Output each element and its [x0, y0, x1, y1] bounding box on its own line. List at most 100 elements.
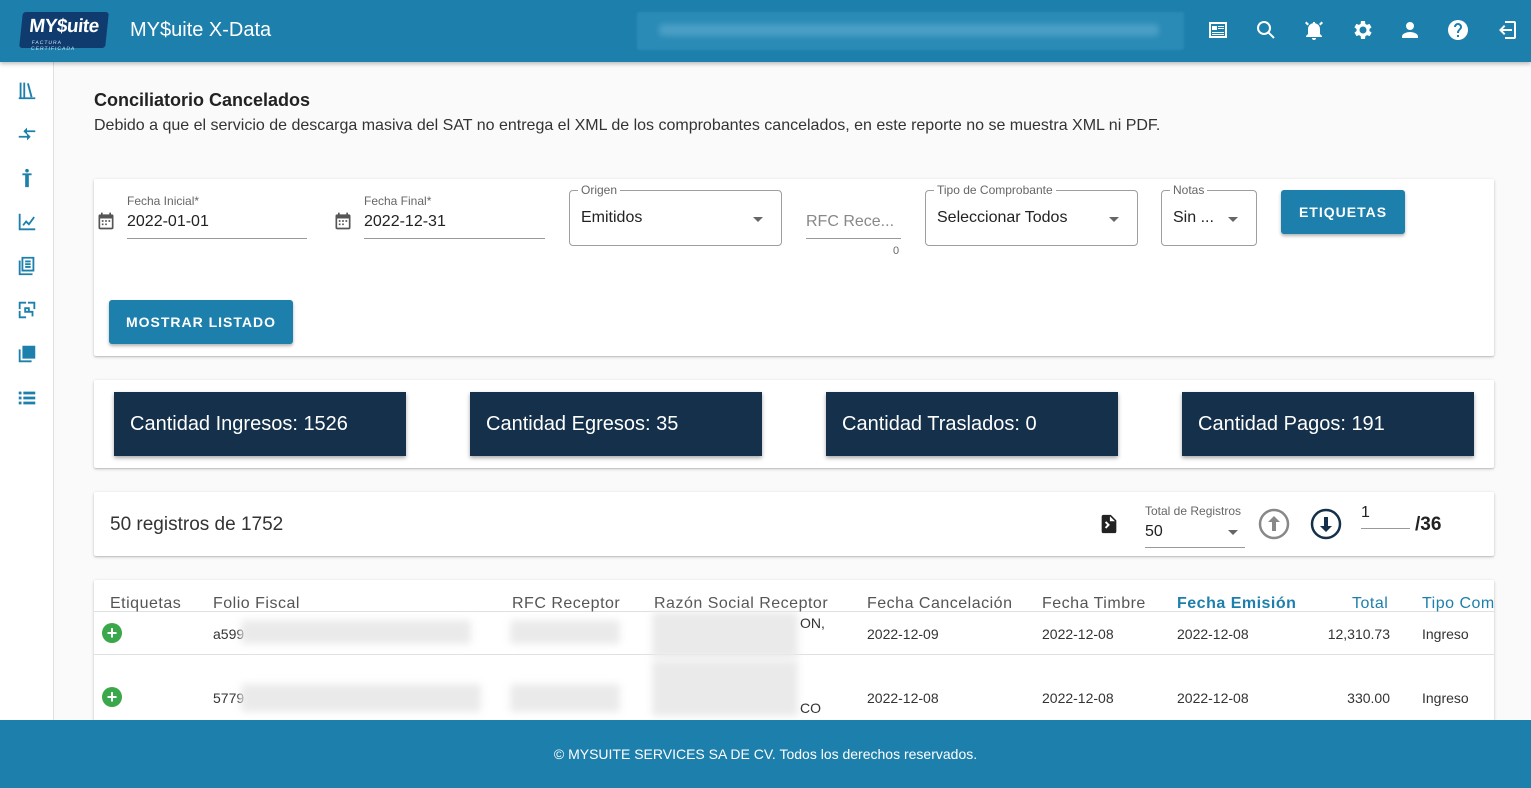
redacted-razon-social	[652, 660, 798, 716]
fecha-inicial-input[interactable]: 2022-01-01	[127, 213, 209, 231]
col-folio-fiscal[interactable]: Folio Fiscal	[213, 595, 300, 613]
stat-pagos: Cantidad Pagos: 191	[1182, 392, 1474, 456]
sidebar	[0, 62, 54, 720]
help-icon[interactable]	[1445, 17, 1471, 43]
rfc-counter: 0	[893, 245, 900, 257]
chevron-down-icon	[1109, 217, 1119, 222]
logo-text: MY$uite	[28, 16, 100, 37]
compare-arrows-icon[interactable]	[14, 121, 40, 147]
total-registros-underline	[1145, 547, 1245, 548]
cell-total: 12,310.73	[1327, 626, 1390, 642]
origen-select[interactable]: Origen Emitidos	[569, 183, 782, 246]
stat-egresos: Cantidad Egresos: 35	[470, 392, 762, 456]
cell-tipo: Ingreso	[1422, 690, 1469, 706]
fecha-final-input[interactable]: 2022-12-31	[364, 213, 446, 231]
redacted-company-info	[637, 12, 1184, 50]
add-tag-icon[interactable]: +	[102, 623, 122, 643]
line-chart-icon[interactable]	[14, 209, 40, 235]
col-tipo-comprobante[interactable]: Tipo Com	[1422, 595, 1494, 613]
page-title: Conciliatorio Cancelados	[94, 90, 311, 110]
total-registros-label: Total de Registros	[1145, 504, 1242, 518]
chevron-down-icon[interactable]	[1228, 530, 1238, 535]
redacted-rfc	[510, 620, 620, 644]
chevron-down-icon	[1228, 217, 1238, 222]
page-description: Debido a que el servicio de descarga mas…	[94, 117, 1161, 134]
arrow-up-circle-icon[interactable]	[1258, 508, 1290, 540]
cell-fecha-emision: 2022-12-08	[1177, 690, 1249, 706]
etiquetas-button[interactable]: ETIQUETAS	[1281, 190, 1405, 234]
origen-value: Emitidos	[581, 209, 643, 226]
col-fecha-cancelacion[interactable]: Fecha Cancelación	[867, 595, 1012, 613]
logout-icon[interactable]	[1493, 17, 1519, 43]
col-etiquetas[interactable]: Etiquetas	[110, 595, 181, 613]
cell-razon-tail: CO	[800, 700, 821, 716]
filters-card: Fecha Inicial* 2022-01-01 Fecha Final* 2…	[94, 179, 1494, 356]
footer-copyright: © MYSUITE SERVICES SA DE CV. Todos los d…	[553, 746, 978, 762]
col-razon-social[interactable]: Razón Social Receptor	[654, 595, 828, 613]
cell-razon-tail: ON,	[800, 615, 825, 631]
notas-value: Sin ...	[1173, 209, 1214, 226]
fecha-inicial-label: Fecha Inicial*	[127, 194, 200, 208]
news-icon[interactable]	[1205, 17, 1231, 43]
app-logo[interactable]: MY$uite FACTURA CERTIFICADA	[19, 12, 109, 52]
footer: © MYSUITE SERVICES SA DE CV. Todos los d…	[0, 720, 1531, 788]
cell-total: 330.00	[1347, 690, 1390, 706]
search-icon[interactable]	[1253, 17, 1279, 43]
fecha-final-underline	[364, 238, 545, 239]
tipo-comprobante-value: Seleccionar Todos	[937, 209, 1068, 226]
redacted-folio	[241, 620, 471, 644]
redacted-folio	[241, 684, 481, 712]
col-fecha-emision[interactable]: Fecha Emisión	[1177, 595, 1296, 613]
list-icon[interactable]	[14, 385, 40, 411]
rfc-underline	[806, 238, 901, 239]
find-replace-icon[interactable]	[14, 297, 40, 323]
cell-tipo: Ingreso	[1422, 626, 1469, 642]
notas-select[interactable]: Notas Sin ...	[1161, 183, 1257, 246]
col-rfc-receptor[interactable]: RFC Receptor	[512, 595, 620, 613]
stat-ingresos: Cantidad Ingresos: 1526	[114, 392, 406, 456]
cell-folio: 5779	[213, 690, 245, 706]
document-list-icon[interactable]	[14, 253, 40, 279]
notas-label: Notas	[1170, 183, 1208, 197]
total-registros-value[interactable]: 50	[1145, 523, 1163, 541]
add-tag-icon[interactable]: +	[102, 687, 122, 707]
accessibility-icon[interactable]	[14, 165, 40, 191]
cell-fecha-cancelacion: 2022-12-08	[867, 690, 939, 706]
calendar-icon[interactable]	[333, 211, 353, 231]
cell-fecha-timbre: 2022-12-08	[1042, 690, 1114, 706]
col-total[interactable]: Total	[1352, 595, 1388, 613]
calendar-icon[interactable]	[96, 211, 116, 231]
origen-label: Origen	[578, 183, 621, 197]
page-number-underline	[1361, 528, 1410, 529]
user-icon[interactable]	[1397, 17, 1423, 43]
page-total: /36	[1415, 514, 1442, 535]
mostrar-listado-button[interactable]: MOSTRAR LISTADO	[109, 300, 293, 344]
rfc-receptor-input[interactable]: RFC Rece...	[806, 213, 894, 231]
pagination-card: 50 registros de 1752 Total de Registros …	[94, 492, 1494, 556]
top-app-bar: MY$uite FACTURA CERTIFICADA MY$uite X-Da…	[0, 0, 1531, 62]
stacked-pages-icon[interactable]	[14, 341, 40, 367]
stat-traslados: Cantidad Traslados: 0	[826, 392, 1118, 456]
stats-card: Cantidad Ingresos: 1526 Cantidad Egresos…	[94, 380, 1494, 468]
page-number-input[interactable]: 1	[1361, 504, 1370, 522]
col-fecha-timbre[interactable]: Fecha Timbre	[1042, 595, 1146, 613]
cell-fecha-cancelacion: 2022-12-09	[867, 626, 939, 642]
alarm-bell-icon[interactable]	[1301, 17, 1327, 43]
tipo-comprobante-select[interactable]: Tipo de Comprobante Seleccionar Todos	[925, 183, 1138, 246]
records-count: 50 registros de 1752	[110, 514, 284, 535]
export-file-icon[interactable]	[1098, 512, 1120, 536]
tipo-comprobante-label: Tipo de Comprobante	[934, 183, 1056, 197]
fecha-inicial-underline	[127, 238, 307, 239]
chevron-down-icon	[753, 217, 763, 222]
redacted-razon-social	[652, 612, 798, 658]
gear-icon[interactable]	[1349, 17, 1375, 43]
arrow-down-circle-icon[interactable]	[1310, 508, 1342, 540]
cell-fecha-timbre: 2022-12-08	[1042, 626, 1114, 642]
redacted-rfc	[510, 684, 620, 712]
fecha-final-label: Fecha Final*	[364, 194, 432, 208]
app-title: MY$uite X-Data	[130, 19, 272, 41]
cell-fecha-emision: 2022-12-08	[1177, 626, 1249, 642]
logo-subtitle: FACTURA CERTIFICADA	[30, 40, 76, 52]
cell-folio: a599	[213, 626, 245, 642]
library-icon[interactable]	[14, 77, 40, 103]
